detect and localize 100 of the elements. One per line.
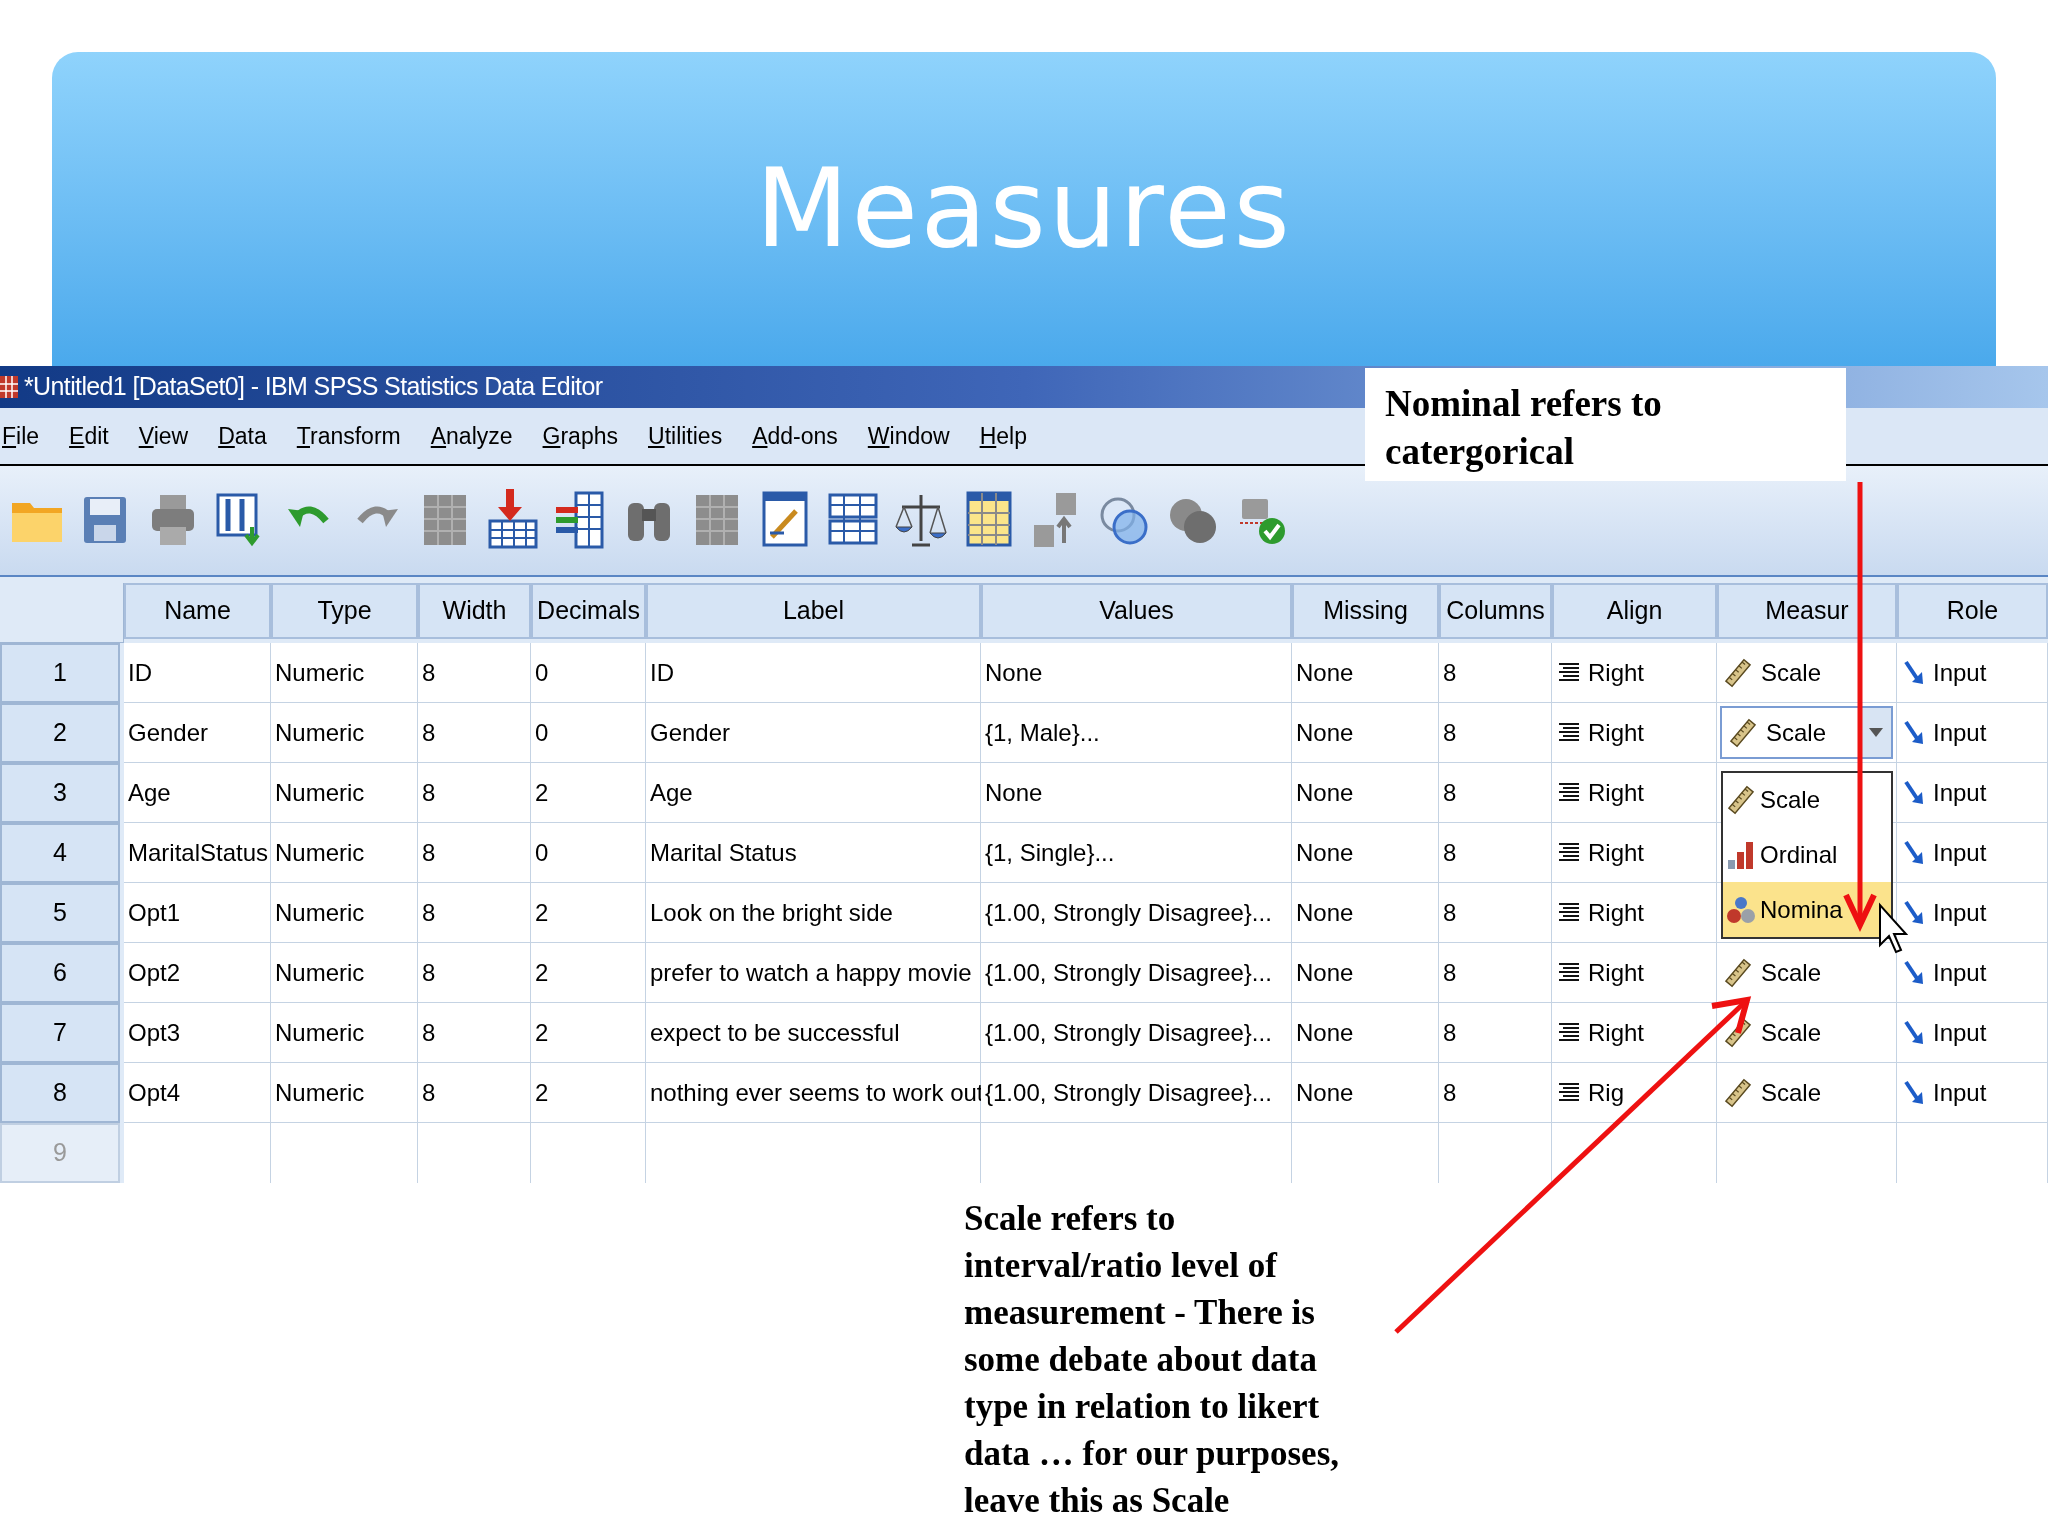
table-cell: {1.00, Strongly Disagree}... bbox=[981, 1063, 1292, 1123]
column-header[interactable]: Role bbox=[1897, 583, 2048, 639]
table-cell: Numeric bbox=[271, 643, 418, 703]
row-number[interactable]: 7 bbox=[0, 1003, 120, 1063]
table-cell: Opt3 bbox=[124, 1003, 271, 1063]
align-right-icon bbox=[1558, 1021, 1580, 1044]
arrow-icon bbox=[1903, 779, 1925, 806]
column-header[interactable]: Missing bbox=[1292, 583, 1439, 639]
table-cell: 2 bbox=[531, 1063, 646, 1123]
table-cell: 8 bbox=[418, 823, 531, 883]
table-cell: Gender bbox=[646, 703, 981, 763]
menu-item[interactable]: Analyze bbox=[430, 418, 513, 454]
table-cell: 2 bbox=[531, 943, 646, 1003]
table-cell: 8 bbox=[418, 643, 531, 703]
menu-item[interactable]: Add-ons bbox=[752, 418, 838, 454]
table-cell: Gender bbox=[124, 703, 271, 763]
table-cell: Numeric bbox=[271, 703, 418, 763]
column-header[interactable]: Align bbox=[1552, 583, 1717, 639]
table-cell: {1, Male}... bbox=[981, 703, 1292, 763]
table-cell: Input bbox=[1897, 703, 2048, 763]
dropdown-option[interactable]: Nomina bbox=[1723, 882, 1891, 937]
table-cell: Scale bbox=[1717, 943, 1897, 1003]
table-cell: 8 bbox=[1439, 883, 1552, 943]
align-right-icon bbox=[1558, 901, 1580, 924]
table-cell: Numeric bbox=[271, 763, 418, 823]
table-cell: Input bbox=[1897, 763, 2048, 823]
table-cell: None bbox=[1292, 703, 1439, 763]
table-cell: 0 bbox=[531, 823, 646, 883]
bar-chart-icon bbox=[1726, 840, 1756, 870]
table-cell: ID bbox=[646, 643, 981, 703]
table-cell: nothing ever seems to work out bbox=[646, 1063, 981, 1123]
table-cell: {1.00, Strongly Disagree}... bbox=[981, 883, 1292, 943]
column-header[interactable]: Columns bbox=[1439, 583, 1552, 639]
menu-item[interactable]: View bbox=[138, 418, 189, 454]
menu-item[interactable]: Data bbox=[218, 418, 267, 454]
table-cell: {1, Single}... bbox=[981, 823, 1292, 883]
table-cell: Numeric bbox=[271, 883, 418, 943]
align-right-icon bbox=[1558, 781, 1580, 804]
table-cell: None bbox=[1292, 883, 1439, 943]
row-number[interactable]: 8 bbox=[0, 1063, 120, 1123]
menu-item[interactable]: Help bbox=[979, 418, 1027, 454]
menu-item[interactable]: Transform bbox=[296, 418, 401, 454]
arrow-icon bbox=[1903, 839, 1925, 866]
align-right-icon bbox=[1558, 721, 1580, 744]
table-cell: 8 bbox=[418, 703, 531, 763]
arrow-icon bbox=[1903, 659, 1925, 686]
row-number[interactable]: 1 bbox=[0, 643, 120, 703]
table-cell: 0 bbox=[531, 703, 646, 763]
column-header[interactable]: Decimals bbox=[531, 583, 646, 639]
table-cell: Input bbox=[1897, 943, 2048, 1003]
table-cell: Right bbox=[1552, 943, 1717, 1003]
align-right-icon bbox=[1558, 841, 1580, 864]
row-number[interactable]: 6 bbox=[0, 943, 120, 1003]
row-number[interactable]: 3 bbox=[0, 763, 120, 823]
callout-text: Nominal refers to catergorical bbox=[1385, 382, 1663, 474]
arrow-icon bbox=[1903, 1079, 1925, 1106]
table-cell: ID bbox=[124, 643, 271, 703]
table-cell: Rig bbox=[1552, 1063, 1717, 1123]
row-number[interactable]: 5 bbox=[0, 883, 120, 943]
slide-title: Measures bbox=[755, 145, 1293, 273]
menu-item[interactable]: Edit bbox=[69, 418, 109, 454]
column-header[interactable]: Measur bbox=[1717, 583, 1897, 639]
row-number[interactable]: 2 bbox=[0, 703, 120, 763]
table-cell: {1.00, Strongly Disagree}... bbox=[981, 943, 1292, 1003]
align-right-icon bbox=[1558, 661, 1580, 684]
menu-item[interactable]: File bbox=[2, 418, 40, 454]
table-cell: None bbox=[1292, 943, 1439, 1003]
align-right-icon bbox=[1558, 1081, 1580, 1104]
menu-item[interactable]: Graphs bbox=[542, 418, 618, 454]
table-cell: Scale bbox=[1717, 1003, 1897, 1063]
table-cell: MaritalStatus bbox=[124, 823, 271, 883]
circles-icon bbox=[1726, 894, 1756, 925]
column-header[interactable]: Type bbox=[271, 583, 418, 639]
row-number[interactable]: 4 bbox=[0, 823, 120, 883]
caret-icon bbox=[1869, 727, 1883, 738]
arrow-icon bbox=[1903, 1019, 1925, 1046]
table-cell: 8 bbox=[418, 1063, 531, 1123]
table-cell: None bbox=[1292, 823, 1439, 883]
table-cell: Scale bbox=[1717, 643, 1897, 703]
table-cell: 2 bbox=[531, 1003, 646, 1063]
table-cell: 8 bbox=[418, 763, 531, 823]
column-header[interactable]: Name bbox=[124, 583, 271, 639]
table-cell: Right bbox=[1552, 643, 1717, 703]
column-header[interactable]: Values bbox=[981, 583, 1292, 639]
dropdown-button[interactable] bbox=[1861, 708, 1891, 757]
table-cell: 8 bbox=[1439, 943, 1552, 1003]
table-cell: 8 bbox=[1439, 763, 1552, 823]
table-cell: Right bbox=[1552, 823, 1717, 883]
menu-item[interactable]: Window bbox=[867, 418, 950, 454]
table-cell: 8 bbox=[418, 1003, 531, 1063]
measure-combobox[interactable]: Scale bbox=[1720, 706, 1893, 759]
table-cell: Numeric bbox=[271, 823, 418, 883]
table-cell: Look on the bright side bbox=[646, 883, 981, 943]
column-header[interactable]: Label bbox=[646, 583, 981, 639]
column-header[interactable]: Width bbox=[418, 583, 531, 639]
table-cell: Right bbox=[1552, 883, 1717, 943]
table-cell: {1.00, Strongly Disagree}... bbox=[981, 1003, 1292, 1063]
menu-item[interactable]: Utilities bbox=[648, 418, 723, 454]
table-cell: None bbox=[1292, 1003, 1439, 1063]
table-cell: Age bbox=[646, 763, 981, 823]
